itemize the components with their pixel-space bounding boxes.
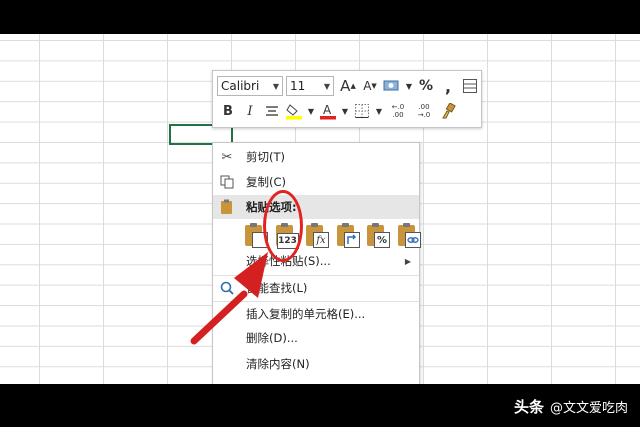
paint-bucket-icon <box>286 104 302 120</box>
grow-font-button[interactable]: A ▲ <box>337 75 359 97</box>
fill-color-button[interactable] <box>283 100 305 122</box>
transpose-icon <box>343 232 360 248</box>
paste-formatting-button[interactable]: % <box>364 222 390 250</box>
decrease-decimal-icon-top: .00 <box>418 103 430 111</box>
chevron-down-icon: ▼ <box>375 106 383 116</box>
percent-icon: % <box>418 78 434 94</box>
chevron-down-icon: ▼ <box>405 81 413 91</box>
font-color-dropdown[interactable]: ▼ <box>339 100 351 122</box>
paste-options-row: 123 fx % <box>242 222 425 250</box>
bold-button[interactable]: B <box>217 100 239 122</box>
accounting-format-button[interactable] <box>381 75 403 97</box>
borders-button[interactable] <box>351 100 373 122</box>
decrease-decimal-button[interactable]: .00 →.0 <box>411 100 437 122</box>
watermark: 头条 @文文爱吃肉 <box>514 396 628 417</box>
smart-lookup-icon <box>213 281 241 295</box>
menu-item-copy-label: 复制(C) <box>246 175 287 189</box>
clipboard-icon <box>213 199 241 215</box>
borders-dropdown[interactable]: ▼ <box>373 100 385 122</box>
link-icon <box>404 232 421 248</box>
font-name-value: Calibri <box>221 79 260 93</box>
mini-toolbar-row-2: B I ▼ A ▼ ▼ ←.0 .00 .00 →.0 <box>217 99 459 123</box>
table-icon <box>463 79 477 93</box>
menu-item-paste-special[interactable]: 选择性粘贴(S)... ▶ <box>213 249 419 273</box>
paste-button[interactable] <box>242 222 268 250</box>
page-icon <box>252 232 268 248</box>
increase-decimal-button[interactable]: ←.0 .00 <box>385 100 411 122</box>
menu-item-copy[interactable]: 复制(C) <box>213 170 419 194</box>
copy-icon <box>213 175 241 189</box>
decrease-decimal-icon-bottom: →.0 <box>417 111 431 119</box>
paste-transpose-button[interactable] <box>334 222 360 250</box>
font-size-combo[interactable]: 11 ▼ <box>286 76 334 96</box>
grow-font-icon: A <box>340 77 351 95</box>
comma-style-button[interactable]: , <box>437 75 459 97</box>
menu-item-insert-copied-cells[interactable]: 插入复制的单元格(E)... <box>213 301 419 326</box>
paintbrush-icon <box>442 103 456 119</box>
align-center-button[interactable] <box>261 100 283 122</box>
increase-decimal-icon-top: ←.0 <box>391 103 405 111</box>
increase-decimal-icon-bottom: .00 <box>392 111 404 119</box>
svg-text:A: A <box>323 103 332 117</box>
menu-item-delete-label: 删除(D)... <box>246 331 298 345</box>
italic-button[interactable]: I <box>239 100 261 122</box>
comma-icon: , <box>444 76 452 96</box>
menu-item-delete[interactable]: 删除(D)... <box>213 326 419 350</box>
context-menu: ✂ 剪切(T) 复制(C) 粘贴选项: 123 fx % 选择性粘贴(S)...… <box>212 142 421 386</box>
shrink-font-button[interactable]: A ▼ <box>359 75 381 97</box>
paste-values-icon: 123 <box>276 233 299 249</box>
chevron-down-icon: ▼ <box>272 81 279 91</box>
menu-item-paste-special-label: 选择性粘贴(S)... <box>246 254 331 268</box>
font-color-icon: A <box>320 103 336 120</box>
paste-options-label: 粘贴选项: <box>246 200 297 214</box>
bold-icon: B <box>223 103 233 119</box>
scissors-icon: ✂ <box>221 149 233 165</box>
chevron-down-icon: ▼ <box>307 106 315 116</box>
align-center-icon <box>266 106 278 116</box>
formula-icon: fx <box>313 232 329 248</box>
accounting-format-icon <box>383 80 399 91</box>
paste-formulas-button[interactable]: fx <box>303 222 329 250</box>
chevron-right-icon: ▶ <box>404 256 411 266</box>
fill-color-dropdown[interactable]: ▼ <box>305 100 317 122</box>
borders-icon <box>355 104 369 118</box>
format-painter-table-button[interactable] <box>459 75 481 97</box>
menu-item-cut[interactable]: ✂ 剪切(T) <box>213 145 419 169</box>
accounting-dropdown[interactable]: ▼ <box>403 75 415 97</box>
watermark-author: @文文爱吃肉 <box>549 401 628 416</box>
format-painter-button[interactable] <box>437 100 459 122</box>
watermark-source: 头条 <box>513 398 544 416</box>
menu-item-insert-copied-cells-label: 插入复制的单元格(E)... <box>246 307 366 321</box>
paste-values-button[interactable]: 123 <box>273 222 299 250</box>
mini-toolbar: Calibri ▼ 11 ▼ A ▲ A ▼ ▼ % , B I ▼ A ▼ ▼… <box>212 70 482 128</box>
menu-item-smart-lookup[interactable]: 智能查找(L) <box>213 275 419 300</box>
paste-link-button[interactable] <box>395 222 421 250</box>
menu-item-smart-lookup-label: 智能查找(L) <box>246 281 308 295</box>
percent-format-icon: % <box>374 232 390 248</box>
chevron-down-icon: ▼ <box>323 81 330 91</box>
shrink-font-icon: A <box>363 79 372 93</box>
font-color-button[interactable]: A <box>317 100 339 122</box>
mini-toolbar-row-1: Calibri ▼ 11 ▼ A ▲ A ▼ ▼ % , <box>217 74 481 98</box>
font-size-value: 11 <box>290 79 306 93</box>
menu-item-cut-label: 剪切(T) <box>246 150 285 164</box>
menu-item-clear-contents-label: 清除内容(N) <box>246 357 310 371</box>
menu-item-clear-contents[interactable]: 清除内容(N) <box>213 352 419 376</box>
chevron-down-icon: ▼ <box>341 106 349 116</box>
font-name-combo[interactable]: Calibri ▼ <box>217 76 283 96</box>
italic-icon: I <box>247 103 253 119</box>
paste-options-header: 粘贴选项: <box>213 195 419 219</box>
percent-style-button[interactable]: % <box>415 75 437 97</box>
